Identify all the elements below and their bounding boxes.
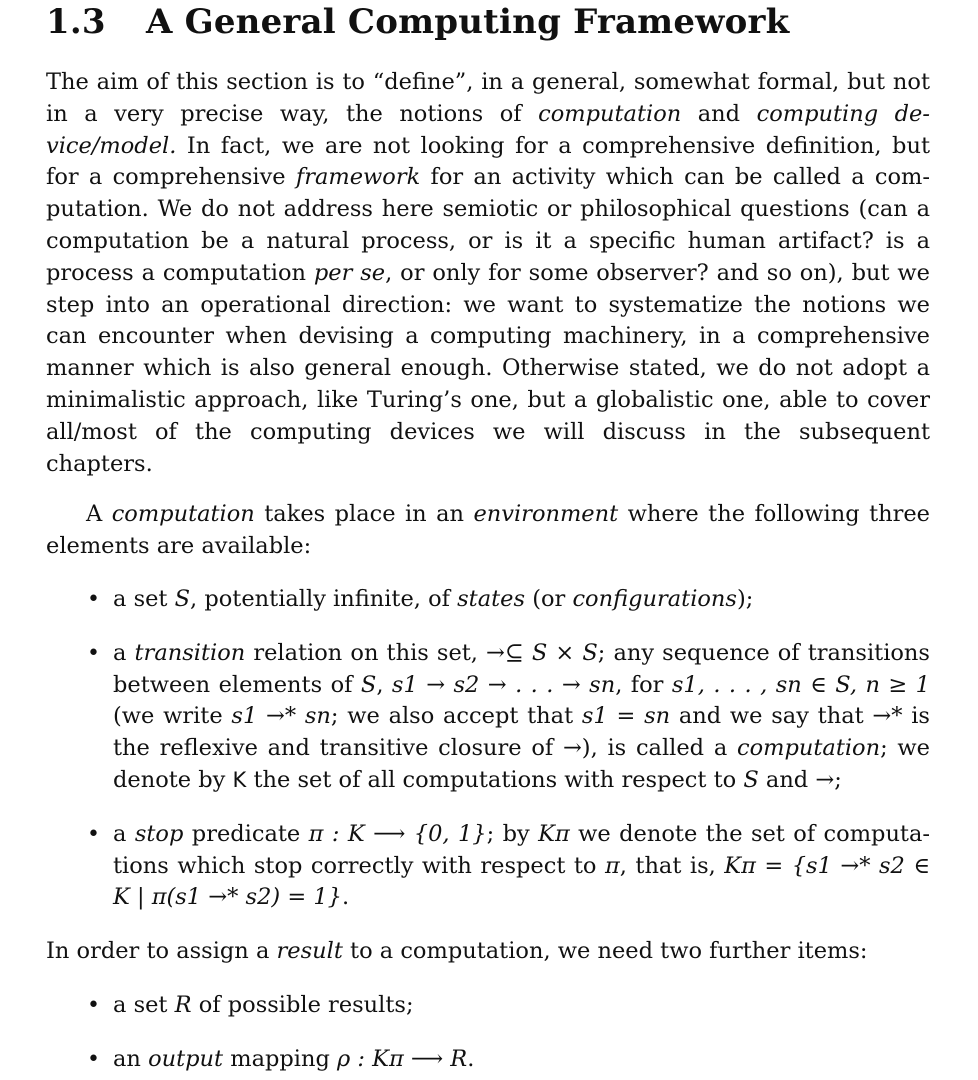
text: ; we also accept that (330, 703, 582, 730)
intro-paragraph: The aim of this section is to “define”, … (46, 67, 930, 480)
emphasis: output (148, 1045, 224, 1072)
emphasis: per se (313, 259, 386, 286)
math: s1 →* sn (231, 703, 331, 730)
emphasis: result (276, 938, 343, 964)
math: ρ : Kπ ⟶ R (337, 1045, 468, 1072)
text: the set of all computations with respect… (246, 766, 744, 793)
result-paragraph: In order to assign a result to a computa… (46, 936, 930, 968)
emphasis: states (457, 586, 526, 612)
math: S (582, 639, 598, 666)
text: , or only for some observer? and so on),… (46, 259, 930, 477)
section-number: 1.3 (46, 2, 106, 42)
math: S (360, 671, 377, 698)
text: (we write (113, 703, 232, 730)
bullet-icon: • (87, 587, 100, 612)
text: , potentially infinite, of (190, 586, 458, 612)
result-items-list: • a set R of possible results; • an output… (46, 990, 930, 1076)
math: π (604, 852, 620, 879)
emphasis: stop (134, 820, 184, 847)
emphasis: computation (538, 100, 682, 127)
text: predicate (183, 820, 309, 847)
math: s1 → s2 → . . . → sn (391, 671, 616, 698)
math: Kπ (538, 820, 570, 847)
text: . (341, 884, 350, 911)
text: takes place in an (254, 501, 474, 527)
environment-paragraph: A computation takes place in an environm… (46, 499, 930, 563)
text: a (113, 639, 135, 666)
math: S (743, 766, 759, 793)
text: a set (113, 586, 175, 612)
text: ; by (486, 820, 539, 847)
bullet-icon: • (87, 993, 100, 1018)
math: S (174, 586, 191, 612)
section-title: A General Computing Framework (146, 2, 790, 42)
math: K (232, 767, 247, 792)
text: an (113, 1045, 149, 1072)
list-item-transition: • a transition relation on this set, →⊆ S… (46, 638, 930, 797)
environment-elements-list: • a set S, potentially infinite, of state… (46, 584, 930, 914)
bullet-icon: • (87, 640, 100, 666)
text: A (86, 501, 112, 527)
list-item-stop: • a stop predicate π : K ⟶ {0, 1}; by Kπ … (46, 819, 930, 914)
text: a (113, 820, 135, 847)
bullet-icon: • (87, 1046, 100, 1072)
bullet-icon: • (87, 821, 100, 847)
text: and →; (758, 766, 842, 793)
list-item-results: • a set R of possible results; (46, 990, 930, 1022)
math: π : K ⟶ {0, 1} (308, 820, 487, 847)
text: relation on this set, →⊆ (245, 639, 532, 666)
section-heading: 1.3 A General Computing Framework (46, 2, 789, 42)
text: of possible results; (191, 992, 414, 1018)
text: to a computation, we need two further it… (342, 938, 868, 964)
math: R (174, 992, 192, 1018)
math: S (531, 639, 548, 666)
text: (or (525, 586, 573, 612)
emphasis: configurations (572, 586, 737, 612)
emphasis: environment (473, 501, 619, 527)
text: ); (736, 586, 754, 612)
text: × (547, 639, 583, 666)
text: In order to assign a (46, 938, 277, 964)
emphasis: computation (111, 501, 255, 527)
emphasis: computation (736, 735, 881, 762)
emphasis: framework (295, 164, 421, 191)
emphasis: transition (134, 639, 246, 666)
text: , for (615, 671, 672, 698)
text: , that is, (619, 852, 725, 879)
text: mapping (223, 1045, 338, 1072)
list-item-output: • an output mapping ρ : Kπ ⟶ R. (46, 1044, 930, 1076)
text: and (681, 100, 757, 127)
math: s1 = sn (581, 703, 671, 730)
list-item-states: • a set S, potentially infinite, of state… (46, 584, 930, 616)
text: . (467, 1045, 475, 1072)
math: s1, . . . , sn ∈ S, n ≥ 1 (671, 671, 930, 698)
text: , (376, 671, 392, 698)
text: a set (113, 992, 175, 1018)
